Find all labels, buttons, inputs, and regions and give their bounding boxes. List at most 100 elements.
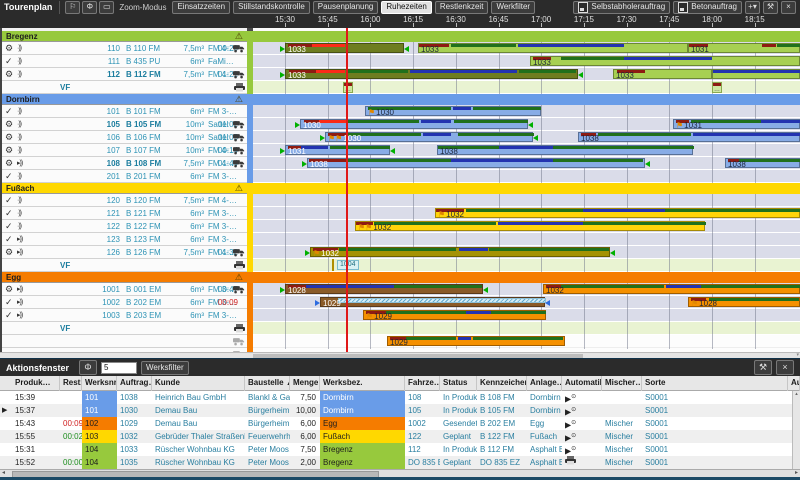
mirror-mode-icon[interactable]: Φ bbox=[82, 1, 97, 14]
vehicle-row[interactable]: ⚙▸))108B 108 FM7,5m³FM 4-…01:44 bbox=[2, 157, 247, 170]
filter-count-input[interactable] bbox=[101, 362, 137, 374]
group-header-egg[interactable]: Egg⚠ bbox=[2, 272, 247, 283]
vehicle-row[interactable]: ✓·))111B 435 PU6m³FaMi… bbox=[2, 55, 247, 68]
column-header-status[interactable]: Status bbox=[440, 376, 477, 391]
gantt-bar[interactable]: 1033 bbox=[285, 69, 578, 79]
column-header-sorte[interactable]: Sorte bbox=[642, 376, 788, 391]
gantt-bar[interactable]: ⚑1031 bbox=[673, 119, 800, 129]
table-row[interactable]: 15:391011038Heinrich Bau GmbHBlankl & Ga… bbox=[0, 391, 800, 404]
gantt-bar[interactable]: 1028 bbox=[285, 284, 483, 294]
gantt-bar[interactable]: ⚑1029 bbox=[363, 310, 546, 320]
column-header-produkt[interactable]: Produk… bbox=[12, 376, 60, 391]
cell-kunde: Demau Bau bbox=[152, 417, 245, 430]
bar-mode-icon[interactable]: ▭ bbox=[99, 1, 114, 14]
tools-button[interactable]: ⚒ bbox=[763, 1, 778, 14]
filter-button-einsatzzeiten[interactable]: Einsatzzeiten bbox=[172, 1, 230, 14]
vehicle-row[interactable]: ⚙·))112B 112 FM7,5m³FM 4-…01:21 bbox=[2, 68, 247, 81]
column-header-werksnr[interactable]: Werksnr. bbox=[82, 376, 117, 391]
werksfilter-button[interactable]: Werksfilter bbox=[141, 361, 189, 375]
vehicle-row[interactable]: ⚙▸))1001B 001 EM6m³FM 3-…00:47 bbox=[2, 283, 247, 296]
gantt-bar[interactable]: 1033 bbox=[418, 43, 688, 53]
vf-row[interactable]: VF bbox=[2, 259, 247, 272]
vehicle-row[interactable]: ✓▸))1003B 203 EM6m³FM 3-… bbox=[2, 309, 247, 322]
gantt-bar[interactable]: ⚑⚑1030 bbox=[325, 132, 533, 142]
vehicle-row[interactable]: ✓▸))123B 123 FM6m³FM 3-… bbox=[2, 233, 247, 246]
vehicle-row[interactable]: ⚙·))105B 105 FM10m³Sattel01:02 bbox=[2, 118, 247, 131]
betonauftrag-button[interactable]: Betonauftrag bbox=[673, 1, 742, 14]
filter-button-werkfilter[interactable]: Werkfilter bbox=[491, 1, 535, 14]
mirror-mode-icon[interactable]: Φ bbox=[79, 360, 97, 375]
table-row[interactable]: 15:5200:001041035Rüscher Wohnbau KGPeter… bbox=[0, 456, 800, 469]
column-header-menge[interactable]: Menge bbox=[290, 376, 320, 391]
gantt-bar[interactable]: 1029 bbox=[320, 297, 545, 307]
vf-marker[interactable]: … bbox=[712, 82, 722, 93]
table-row[interactable]: ▶15:371011030Demau BauBürgerheim10,00Dor… bbox=[0, 404, 800, 417]
gantt-bar[interactable]: ⚑1028 bbox=[688, 297, 800, 307]
vehicle-row[interactable]: ✓·))101B 101 FM6m³FM 3-… bbox=[2, 105, 247, 118]
gantt-bar[interactable]: 1033 bbox=[285, 43, 404, 53]
bar-start-marker-icon bbox=[295, 122, 300, 128]
column-header-fahrzeug[interactable]: Fahrze… bbox=[405, 376, 440, 391]
vehicle-row[interactable]: ✓▸))1002B 202 EM6m³FM 3-…00:09 bbox=[2, 296, 247, 309]
column-header-werksbez[interactable]: Werksbez. bbox=[320, 376, 405, 391]
gantt-bar[interactable]: 1033 bbox=[613, 69, 712, 79]
filter-button-restlenkzeit[interactable]: Restlenkzeit bbox=[435, 1, 489, 14]
close-button[interactable]: × bbox=[781, 1, 796, 14]
gantt-bar[interactable]: 1031 bbox=[688, 43, 800, 53]
flag-mode-icon[interactable]: ⚐ bbox=[65, 1, 80, 14]
close-button[interactable]: × bbox=[776, 360, 794, 375]
table-vertical-scrollbar[interactable]: ▴ bbox=[792, 391, 800, 469]
gantt-bar[interactable]: 1031 bbox=[285, 145, 390, 155]
group-header-dornbirn[interactable]: Dornbirn⚠ bbox=[2, 94, 247, 105]
gantt-bar[interactable]: ⚑⚑1032 bbox=[355, 221, 705, 231]
vehicle-row[interactable]: ⚙▸))126B 126 FM7,5m³FM 4-…01:32 bbox=[2, 246, 247, 259]
vehicle-row[interactable]: ⚙·))106B 106 FM10m³Sattel01:05 bbox=[2, 131, 247, 144]
vf-marker[interactable]: … bbox=[343, 82, 353, 93]
column-header-au[interactable]: Au… bbox=[788, 376, 800, 391]
scroll-left-icon[interactable]: ◂ bbox=[2, 470, 5, 477]
gantt-bar[interactable]: 1038 bbox=[578, 132, 800, 142]
filter-button-stillstandskontrolle[interactable]: Stillstandskontrolle bbox=[233, 1, 310, 14]
column-header-auftrag[interactable]: Auftrag… bbox=[117, 376, 152, 391]
table-horizontal-scrollbar[interactable]: ◂ ▸ bbox=[0, 469, 800, 477]
vehicle-row[interactable]: ✓·))121B 121 FM6m³FM 3-… bbox=[2, 207, 247, 220]
vehicle-row[interactable]: ✓·))201B 201 FM6m³FM 3-… bbox=[2, 170, 247, 183]
add-button[interactable]: +▾ bbox=[745, 1, 760, 14]
vehicle-row[interactable]: ⚙·))110B 110 FM7,5m³FM 4-…00:20 bbox=[2, 42, 247, 55]
selbstabholerauftrag-button[interactable]: Selbstabholerauftrag bbox=[573, 1, 670, 14]
vehicle-row[interactable]: ⚙·))107B 107 FM10m³FM 4-…00:14 bbox=[2, 144, 247, 157]
table-row[interactable]: 15:4300:091021029Demau BauBürgerheim6,00… bbox=[0, 417, 800, 430]
gantt-bar[interactable]: 1038 bbox=[725, 158, 800, 168]
column-header-mischer[interactable]: Mischer… bbox=[602, 376, 642, 391]
vf-row[interactable]: VF bbox=[2, 81, 247, 94]
group-header-bregenz[interactable]: Bregenz⚠ bbox=[2, 31, 247, 42]
filter-button-pausenplanung[interactable]: Pausenplanung bbox=[313, 1, 379, 14]
signal-muted-icon: ▸)) bbox=[17, 283, 32, 296]
filter-button-ruhezeiten[interactable]: Ruhezeiten bbox=[381, 1, 431, 14]
gantt-bar[interactable]: ⚑1032 bbox=[310, 247, 610, 257]
table-row[interactable]: 15:311041033Rüscher Wohnbau KGPeter Moos… bbox=[0, 443, 800, 456]
vf-row[interactable]: VF bbox=[2, 322, 247, 335]
vehicle-row[interactable]: ✓·))122B 122 FM6m³FM 3-… bbox=[2, 220, 247, 233]
column-header-anlage[interactable]: Anlage… bbox=[527, 376, 562, 391]
gantt-bar[interactable]: 1033 bbox=[530, 56, 800, 66]
column-header-kennzeichen[interactable]: Kennzeichen bbox=[477, 376, 527, 391]
gantt-bar[interactable]: 1030 bbox=[300, 119, 528, 129]
table-row[interactable]: 15:5500:021031032Gebrüder Thaler Straßen… bbox=[0, 430, 800, 443]
column-header-baustelle[interactable]: Baustelle ▲ bbox=[245, 376, 290, 391]
gantt-bar[interactable]: 1038 bbox=[437, 145, 693, 155]
group-header-fußach[interactable]: Fußach⚠ bbox=[2, 183, 247, 194]
column-header-kunde[interactable]: Kunde bbox=[152, 376, 245, 391]
gantt-bar[interactable]: ⚑1030 bbox=[365, 106, 541, 116]
scroll-right-icon[interactable]: ▸ bbox=[795, 470, 798, 477]
empty-vehicle-row[interactable] bbox=[2, 335, 247, 348]
vehicle-row[interactable]: ✓·))120B 120 FM7,5m³FM 4-… bbox=[2, 194, 247, 207]
gantt-bar[interactable] bbox=[712, 69, 800, 79]
tools-button[interactable]: ⚒ bbox=[754, 360, 772, 375]
gantt-bar[interactable]: ⚑1032 bbox=[435, 208, 800, 218]
gantt-bar[interactable]: 1038 bbox=[307, 158, 645, 168]
column-header-automatik[interactable]: Automatik bbox=[562, 376, 602, 391]
column-header-restzeit[interactable]: Restzeit bbox=[60, 376, 82, 391]
gantt-bar[interactable]: 1029 bbox=[387, 336, 565, 346]
gantt-bar[interactable]: 1032 bbox=[543, 284, 800, 294]
